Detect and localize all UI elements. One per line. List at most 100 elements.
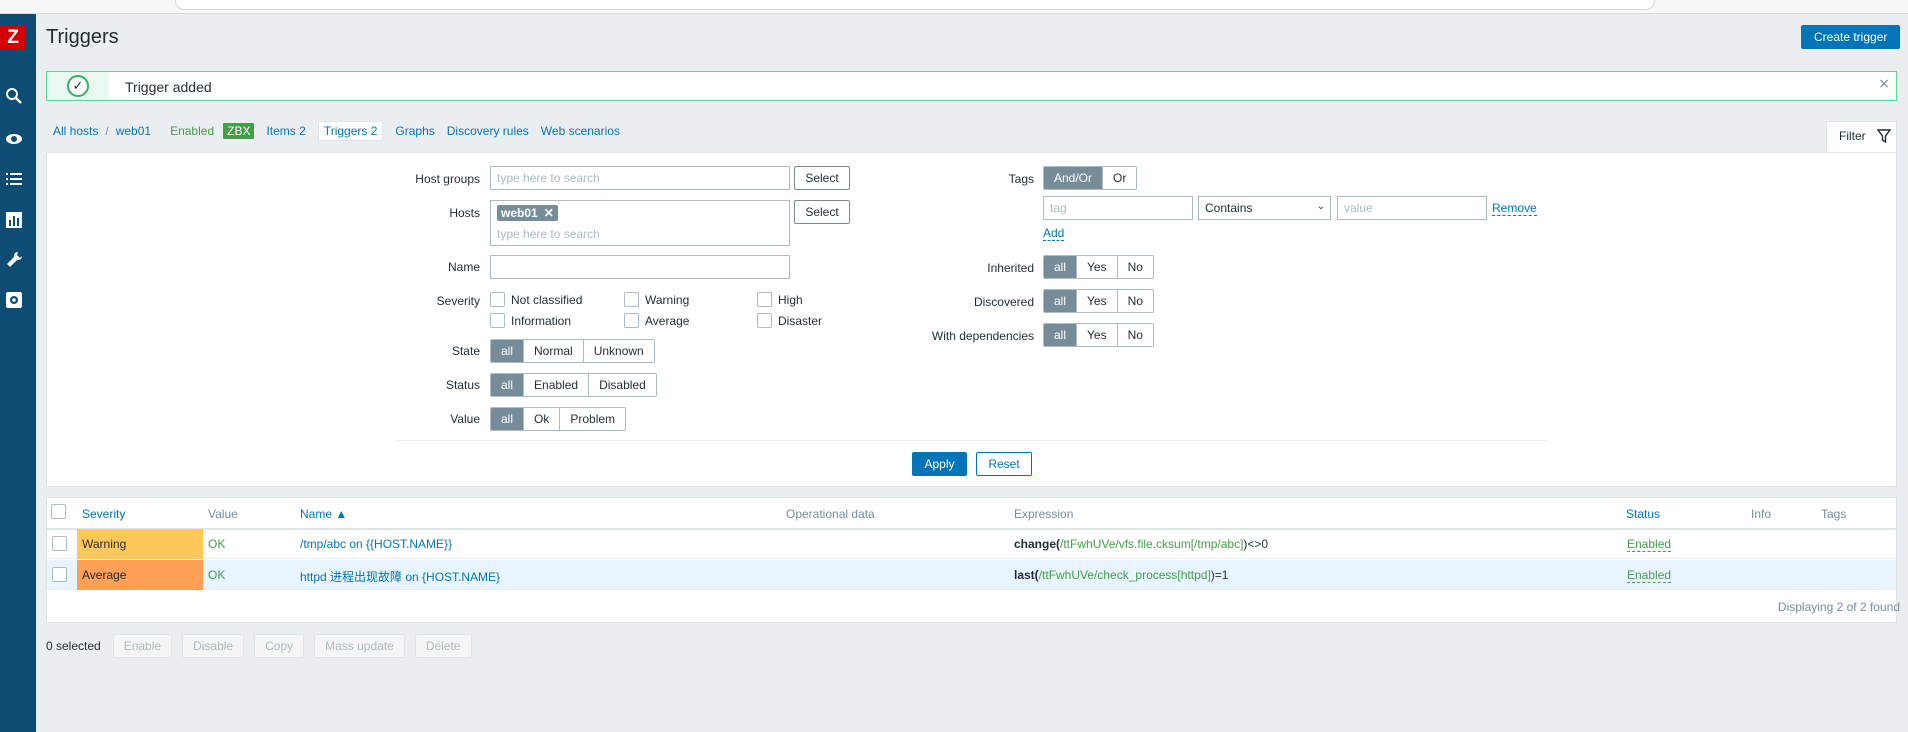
value-all[interactable]: all <box>491 408 524 430</box>
graphs-link[interactable]: Graphs <box>395 124 434 138</box>
gear-icon[interactable] <box>4 290 24 310</box>
breadcrumb-separator: / <box>105 124 109 138</box>
create-trigger-button[interactable]: Create trigger <box>1801 25 1901 49</box>
checkmark-icon: ✓ <box>67 75 89 97</box>
inherited-no[interactable]: No <box>1116 256 1153 278</box>
inherited-radio-group: all Yes No <box>1043 255 1154 279</box>
dependencies-no[interactable]: No <box>1116 324 1153 346</box>
status-enabled[interactable]: Enabled <box>523 374 589 396</box>
severity-high[interactable]: High <box>757 292 803 307</box>
host-link[interactable]: web01 <box>116 124 151 138</box>
operational-data-header: Operational data <box>786 507 875 521</box>
severity-cell: Warning <box>77 529 203 559</box>
severity-warning[interactable]: Warning <box>624 292 689 307</box>
filter-icon <box>1877 129 1891 143</box>
value-cell: OK <box>208 537 226 551</box>
inherited-yes[interactable]: Yes <box>1076 256 1117 278</box>
row-checkbox[interactable] <box>52 567 67 582</box>
discovered-no[interactable]: No <box>1116 290 1153 312</box>
status-link[interactable]: Enabled <box>1627 568 1672 583</box>
items-link[interactable]: Items 2 <box>266 124 305 138</box>
state-unknown[interactable]: Unknown <box>582 340 654 362</box>
copy-button[interactable]: Copy <box>254 634 305 658</box>
add-tag-link[interactable]: Add <box>1043 226 1065 241</box>
host-groups-label: Host groups <box>415 172 480 186</box>
remove-tag-link[interactable]: Remove <box>1492 201 1537 216</box>
tag-value-input[interactable]: value <box>1337 196 1487 220</box>
host-navigation: All hosts / web01 Enabled ZBX Items 2 Tr… <box>53 121 620 141</box>
severity-information[interactable]: Information <box>490 313 571 328</box>
tag-input[interactable]: tag <box>1043 196 1193 220</box>
status-all[interactable]: all <box>491 374 524 396</box>
zabbix-logo[interactable]: Z <box>0 26 26 50</box>
status-header[interactable]: Status <box>1626 507 1660 521</box>
state-label: State <box>451 344 480 358</box>
trigger-name-link[interactable]: /tmp/abc on {{HOST.NAME}} <box>300 537 452 551</box>
web-scenarios-link[interactable]: Web scenarios <box>541 124 620 138</box>
value-problem[interactable]: Problem <box>559 408 626 430</box>
dependencies-all[interactable]: all <box>1044 324 1077 346</box>
value-label: Value <box>450 412 480 426</box>
name-input[interactable] <box>490 255 790 279</box>
delete-button[interactable]: Delete <box>414 634 472 658</box>
filter-divider <box>396 440 1546 441</box>
filter-tab-label: Filter <box>1839 129 1866 143</box>
triggers-tab[interactable]: Triggers 2 <box>317 121 384 141</box>
address-bar[interactable] <box>175 0 1655 10</box>
hosts-select-button[interactable]: Select <box>794 200 850 224</box>
page-title: Triggers <box>46 26 119 48</box>
inherited-all[interactable]: all <box>1044 256 1077 278</box>
severity-average[interactable]: Average <box>624 313 689 328</box>
item-link[interactable]: /ttFwhUVe/check_process[httpd] <box>1039 568 1211 582</box>
tag-operator-select[interactable]: Contains ⌄ <box>1198 196 1331 220</box>
filter-panel <box>46 152 1897 487</box>
close-icon[interactable]: × <box>1878 76 1890 92</box>
chevron-down-icon: ⌄ <box>1316 201 1325 212</box>
status-link[interactable]: Enabled <box>1627 537 1672 552</box>
mass-update-button[interactable]: Mass update <box>314 634 405 658</box>
filter-tab[interactable]: Filter <box>1826 121 1897 153</box>
row-checkbox[interactable] <box>52 536 67 551</box>
reset-button[interactable]: Reset <box>976 452 1032 476</box>
tags-evaltype-group: And/Or Or <box>1043 166 1138 190</box>
discovery-rules-link[interactable]: Discovery rules <box>447 124 529 138</box>
severity-header[interactable]: Severity <box>82 507 125 521</box>
select-all-checkbox[interactable] <box>51 504 66 519</box>
inherited-label: Inherited <box>987 261 1034 275</box>
value-ok[interactable]: Ok <box>523 408 560 430</box>
discovered-label: Discovered <box>973 295 1034 309</box>
enable-button[interactable]: Enable <box>112 634 173 658</box>
value-radio-group: all Ok Problem <box>490 407 627 431</box>
wrench-icon[interactable] <box>4 250 24 270</box>
item-link[interactable]: /ttFwhUVe/vfs.file.cksum[/tmp/abc] <box>1060 537 1243 551</box>
tags-or[interactable]: Or <box>1102 167 1137 189</box>
dependencies-yes[interactable]: Yes <box>1076 324 1117 346</box>
name-label: Name <box>447 260 480 274</box>
disable-button[interactable]: Disable <box>182 634 245 658</box>
eye-icon[interactable] <box>4 129 24 149</box>
state-normal[interactable]: Normal <box>523 340 583 362</box>
table-row: Warning OK /tmp/abc on {{HOST.NAME}} cha… <box>47 529 1896 559</box>
discovered-yes[interactable]: Yes <box>1076 290 1117 312</box>
state-all[interactable]: all <box>491 340 524 362</box>
trigger-name-link[interactable]: httpd 进程出现故障 on {HOST.NAME} <box>300 568 500 585</box>
tags-and-or[interactable]: And/Or <box>1044 167 1103 189</box>
host-status[interactable]: Enabled <box>170 124 214 138</box>
chart-icon[interactable] <box>4 210 24 230</box>
remove-token-icon[interactable]: ✕ <box>544 206 554 220</box>
search-icon[interactable] <box>4 86 24 106</box>
status-disabled[interactable]: Disabled <box>588 374 656 396</box>
name-header[interactable]: Name ▲ <box>300 507 347 521</box>
browser-toolbar <box>0 0 1908 14</box>
host-groups-input[interactable]: type here to search <box>490 166 790 190</box>
host-groups-select-button[interactable]: Select <box>794 166 850 190</box>
severity-not-classified[interactable]: Not classified <box>490 292 582 307</box>
severity-label: Severity <box>436 294 480 308</box>
apply-button[interactable]: Apply <box>912 452 967 476</box>
discovered-all[interactable]: all <box>1044 290 1077 312</box>
all-hosts-link[interactable]: All hosts <box>53 124 98 138</box>
severity-disaster[interactable]: Disaster <box>757 313 822 328</box>
severity-cell: Average <box>77 560 203 590</box>
list-icon[interactable] <box>4 169 24 189</box>
dependencies-label: With dependencies <box>931 329 1034 343</box>
